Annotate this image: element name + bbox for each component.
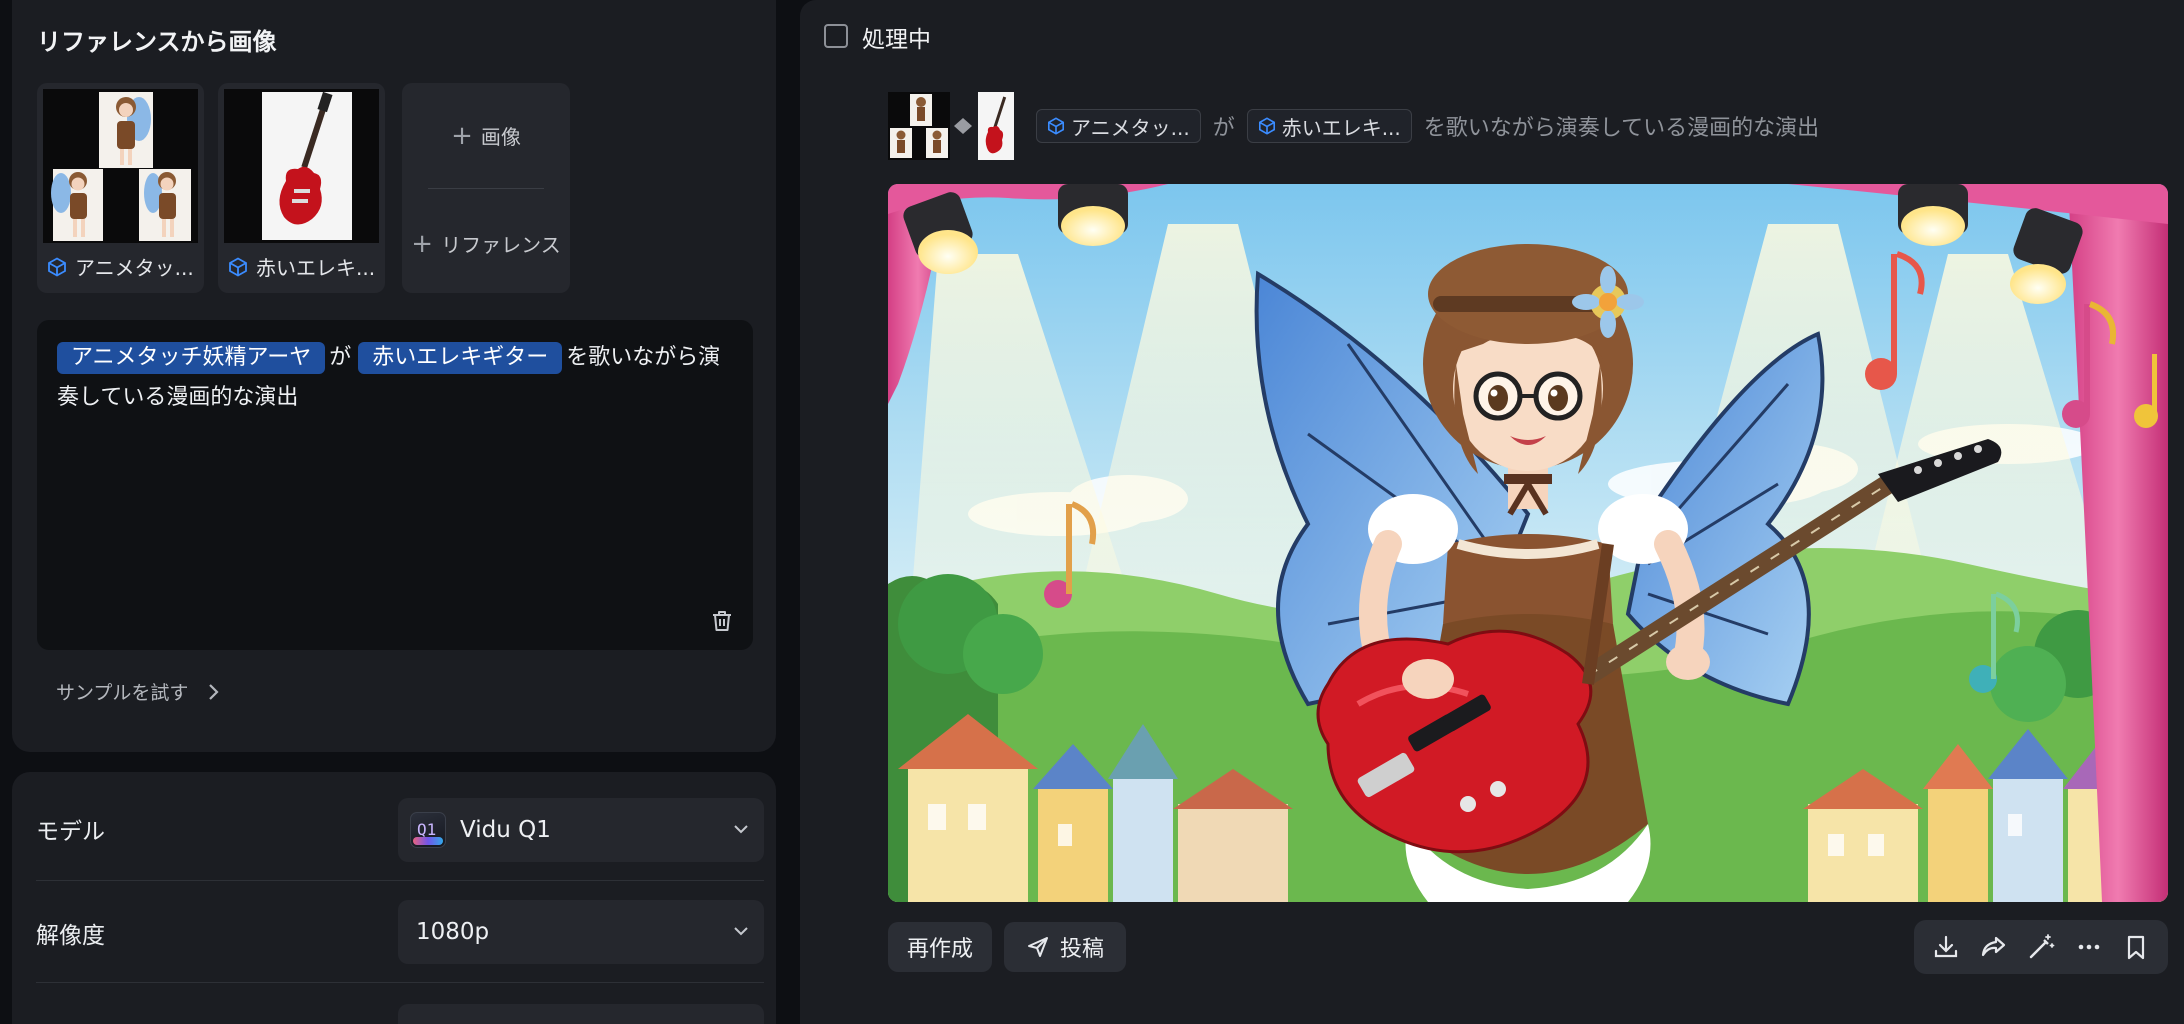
cube-icon bbox=[229, 256, 247, 277]
add-reference-label: リファレンス bbox=[441, 233, 561, 257]
cube-icon bbox=[1258, 117, 1275, 135]
divider bbox=[428, 188, 544, 189]
prompt-text[interactable]: アニメタッチ妖精アーヤが 赤いエレキギター を歌いながら演奏している漫画的な演出 bbox=[57, 338, 733, 418]
send-icon bbox=[1027, 937, 1048, 957]
chevron-down-icon bbox=[734, 927, 748, 936]
add-reference-box: + 画像 + リファレンス bbox=[402, 83, 570, 293]
recreate-button[interactable]: 再作成 bbox=[888, 922, 992, 972]
prompt-editor[interactable]: アニメタッチ妖精アーヤが 赤いエレキギター を歌いながら演奏している漫画的な演出 bbox=[37, 320, 753, 650]
result-prompt-rest: を歌いながら演奏している漫画的な演出 bbox=[1423, 116, 1820, 141]
result-chip-fairy[interactable]: アニメタッ... bbox=[1036, 109, 1201, 143]
cube-icon bbox=[48, 256, 66, 277]
result-prompt-joiner: が bbox=[1212, 116, 1235, 141]
post-label: 投稿 bbox=[1059, 937, 1104, 962]
reference-caption: 赤いエレキ... bbox=[228, 252, 377, 281]
result-toolbar bbox=[1914, 920, 2168, 974]
cube-icon bbox=[1047, 117, 1065, 135]
result-chip-guitar[interactable]: 赤いエレキ... bbox=[1246, 109, 1412, 143]
reference-label: アニメタッ... bbox=[75, 256, 194, 280]
try-sample-link[interactable]: サンプルを試す bbox=[56, 678, 220, 705]
settings-card: モデル Q1 Vidu Q1 解像度 1080p bbox=[12, 772, 776, 1024]
more-icon[interactable] bbox=[2074, 932, 2104, 962]
result-prompt-line: アニメタッ... が 赤いエレキ... を歌いながら演奏している漫画的な演出 bbox=[888, 92, 1819, 160]
model-label: モデル bbox=[36, 819, 105, 845]
model-select[interactable]: Q1 Vidu Q1 bbox=[398, 798, 764, 862]
resolution-value: 1080p bbox=[416, 919, 490, 945]
chevron-down-icon bbox=[734, 825, 748, 834]
app-root: リファレンスから画像 アニメタッ... 赤いエレキ... + 画像 + リファレ… bbox=[0, 0, 2184, 1024]
result-reference-thumbs[interactable] bbox=[888, 92, 1024, 160]
reference-thumb-fairy[interactable]: アニメタッ... bbox=[37, 83, 204, 293]
mention-chip-fairy[interactable]: アニメタッチ妖精アーヤ bbox=[57, 342, 326, 374]
model-logo-icon: Q1 bbox=[410, 812, 446, 848]
add-reference-button[interactable]: + リファレンス bbox=[402, 229, 570, 258]
chip-label: 赤いエレキ... bbox=[1281, 115, 1401, 140]
next-setting-select[interactable] bbox=[398, 1004, 764, 1024]
plus-icon: + bbox=[451, 120, 473, 151]
result-panel: 処理中 アニメタッ... が 赤いエレキ... を歌いながら演奏している漫画的な… bbox=[800, 0, 2184, 1024]
plus-icon: + bbox=[411, 228, 434, 259]
mention-chip-guitar[interactable]: 赤いエレキギター bbox=[358, 342, 563, 374]
section-title: リファレンスから画像 bbox=[37, 28, 277, 56]
recreate-label: 再作成 bbox=[906, 937, 973, 962]
sample-label: サンプルを試す bbox=[56, 682, 189, 704]
link-icon bbox=[954, 118, 972, 134]
model-value: Vidu Q1 bbox=[460, 817, 551, 843]
add-image-label: 画像 bbox=[480, 125, 521, 149]
divider bbox=[36, 982, 764, 983]
left-panel: リファレンスから画像 アニメタッ... 赤いエレキ... + 画像 + リファレ… bbox=[0, 0, 790, 1024]
divider bbox=[36, 880, 764, 881]
resolution-select[interactable]: 1080p bbox=[398, 900, 764, 964]
prompt-joiner: が bbox=[329, 345, 352, 370]
fairy-mini-thumb bbox=[888, 92, 950, 160]
fairy-reference-image bbox=[43, 89, 198, 243]
post-button[interactable]: 投稿 bbox=[1004, 922, 1126, 972]
trash-icon[interactable] bbox=[709, 608, 735, 634]
bookmark-icon[interactable] bbox=[2121, 932, 2151, 962]
reference-thumb-guitar[interactable]: 赤いエレキ... bbox=[218, 83, 385, 293]
reference-caption: アニメタッ... bbox=[47, 252, 196, 281]
generated-image[interactable] bbox=[888, 184, 2168, 902]
chevron-right-icon bbox=[209, 683, 219, 700]
processing-label: 処理中 bbox=[862, 27, 931, 53]
select-checkbox[interactable] bbox=[824, 24, 848, 48]
chip-label: アニメタッ... bbox=[1071, 115, 1190, 140]
magic-wand-icon[interactable] bbox=[2026, 932, 2056, 962]
add-image-button[interactable]: + 画像 bbox=[402, 121, 570, 150]
resolution-label: 解像度 bbox=[36, 923, 105, 949]
guitar-mini-thumb bbox=[978, 92, 1014, 160]
guitar-reference-image bbox=[224, 89, 379, 243]
reference-label: 赤いエレキ... bbox=[256, 256, 376, 280]
download-icon[interactable] bbox=[1931, 932, 1961, 962]
share-icon[interactable] bbox=[1978, 932, 2008, 962]
